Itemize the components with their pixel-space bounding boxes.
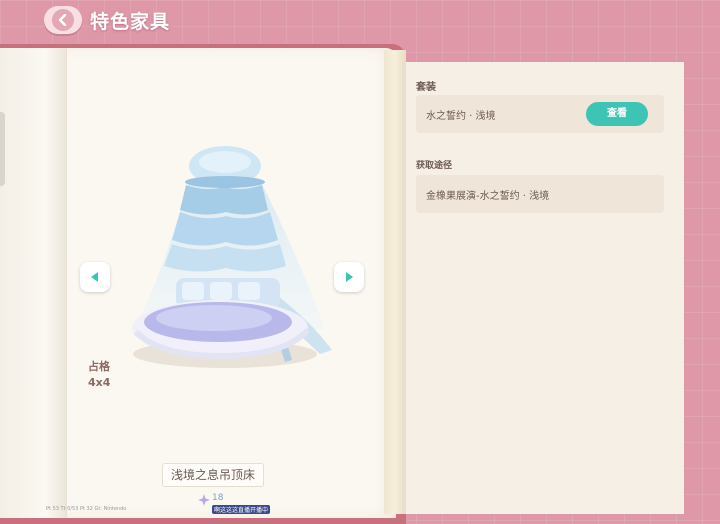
set-card: 水之誓约 · 浅境 查看 (416, 95, 664, 133)
prev-item-button[interactable] (80, 262, 110, 292)
source-card: 金橡果展演-水之誓约 · 浅境 (416, 175, 664, 213)
page-fold-line (66, 48, 67, 518)
item-name: 浅境之息吊顶床 (162, 463, 265, 487)
set-section-title: 套装 (416, 82, 436, 93)
source-section-title: 获取途径 (416, 161, 453, 171)
page-edge-tab[interactable] (0, 112, 5, 186)
size-value: 4x4 (88, 376, 111, 389)
set-name: 水之誓约 · 浅境 (426, 111, 496, 122)
live-count: 18 (212, 493, 224, 503)
canopy-bed-image (132, 146, 332, 368)
chevron-left-icon (52, 9, 74, 31)
page-fold (0, 48, 66, 518)
sparkle-icon (198, 494, 210, 506)
source-text: 金橡果展演-水之誓约 · 浅境 (426, 191, 550, 202)
hud-text: Pt 53 Tt 0/53 Pt 32 Gt: Nintendo (46, 506, 127, 512)
size-label: 占格 (88, 360, 110, 373)
back-button[interactable] (44, 6, 82, 34)
size-info: 占格 4x4 (88, 359, 110, 391)
page-title: 特色家具 (90, 11, 171, 33)
view-set-button[interactable]: 查看 (586, 102, 648, 126)
caret-left-icon (91, 272, 98, 282)
live-status-text: 啊这这这直播开播中 (212, 505, 271, 514)
